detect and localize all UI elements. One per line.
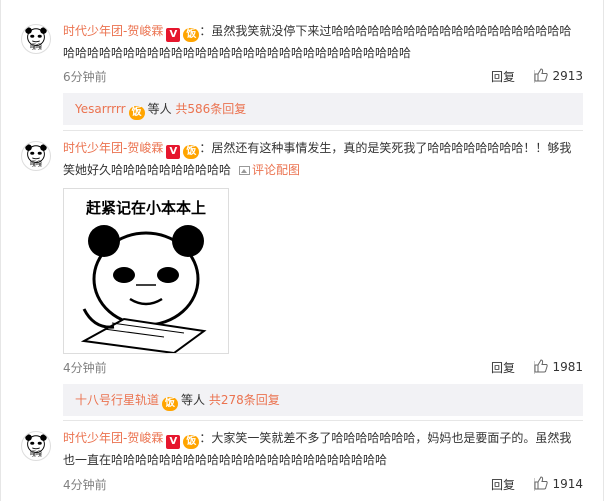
avatar-label: 嘎嘎 xyxy=(29,161,42,168)
comment-image-link[interactable]: 评论配图 xyxy=(239,163,300,177)
like-count: 1914 xyxy=(552,477,583,491)
reply-middle-text: 等人 xyxy=(181,393,206,407)
like-button[interactable]: 1914 xyxy=(534,476,583,491)
reply-summary[interactable]: 十八号行星轨道饭等人 共278条回复 xyxy=(63,384,583,416)
reply-user[interactable]: Yesarrrrr xyxy=(75,102,126,116)
fan-badge-icon: 饭 xyxy=(162,397,179,411)
comment-image-link-label: 评论配图 xyxy=(252,163,301,177)
comment-feed: 嘎嘎 时代少年团-贺峻霖 V 饭：虽然我笑就没停下来过哈哈哈哈哈哈哈哈哈哈哈哈哈哈哈… xyxy=(0,0,604,501)
panda-meme-icon xyxy=(80,225,207,353)
comment-text: 时代少年团-贺峻霖 V 饭：虽然我笑就没停下来过哈哈哈哈哈哈哈哈哈哈哈哈哈哈哈哈哈哈… xyxy=(63,20,583,64)
avatar-label: 嘎嘎 xyxy=(29,451,42,458)
comment-username[interactable]: 时代少年团-贺峻霖 xyxy=(63,431,163,445)
fan-badge-icon: 饭 xyxy=(183,145,200,159)
fan-badge-icon: 饭 xyxy=(183,28,200,42)
meme-caption: 赶紧记在小本本上 xyxy=(85,199,206,217)
reply-button[interactable]: 回复 xyxy=(491,476,515,493)
verified-badge-icon: V xyxy=(166,28,181,42)
fan-badge-icon: 饭 xyxy=(183,435,200,449)
reply-count-link[interactable]: 共586条回复 xyxy=(175,102,246,116)
like-button[interactable]: 2913 xyxy=(534,68,583,83)
reply-button[interactable]: 回复 xyxy=(491,359,515,376)
like-button[interactable]: 1981 xyxy=(534,359,583,374)
comment-time: 4分钟前 xyxy=(63,361,107,375)
comment-image[interactable]: 赶紧记在小本本上 xyxy=(63,188,229,354)
avatar-label: 嘎嘎 xyxy=(29,44,42,51)
fan-badge-icon: 饭 xyxy=(128,106,145,120)
reply-middle-text: 等人 xyxy=(147,102,172,116)
comment-time: 6分钟前 xyxy=(63,70,107,84)
avatar[interactable]: 嘎嘎 xyxy=(21,431,51,461)
comment-text: 时代少年团-贺峻霖 V 饭：大家笑一笑就差不多了哈哈哈哈哈哈哈，妈妈也是要面子的。虽… xyxy=(63,427,583,471)
reply-button[interactable]: 回复 xyxy=(491,68,515,85)
reply-user[interactable]: 十八号行星轨道 xyxy=(75,393,159,407)
separator xyxy=(63,420,583,421)
avatar[interactable]: 嘎嘎 xyxy=(21,24,51,54)
verified-badge-icon: V xyxy=(166,435,181,449)
comment-text: 时代少年团-贺峻霖 V 饭：居然还有这种事情发生，真的是笑死我了哈哈哈哈哈哈哈哈！！… xyxy=(63,137,583,181)
thumbs-up-icon xyxy=(534,359,549,373)
image-icon xyxy=(239,166,251,175)
comment-meta: 4分钟前 回复 1914 xyxy=(63,476,583,492)
separator xyxy=(63,130,583,131)
avatar[interactable]: 嘎嘎 xyxy=(21,141,51,171)
thumbs-up-icon xyxy=(534,68,549,82)
comment-meta: 6分钟前 回复 2913 xyxy=(63,68,583,84)
comment-time: 4分钟前 xyxy=(63,478,107,492)
comment-username[interactable]: 时代少年团-贺峻霖 xyxy=(63,24,163,38)
comment-meta: 4分钟前 回复 1981 xyxy=(63,359,583,375)
thumbs-up-icon xyxy=(534,476,549,490)
comment-username[interactable]: 时代少年团-贺峻霖 xyxy=(63,141,163,155)
like-count: 2913 xyxy=(552,69,583,83)
reply-count-link[interactable]: 共278条回复 xyxy=(209,393,280,407)
reply-summary[interactable]: Yesarrrrr 饭等人 共586条回复 xyxy=(63,93,583,125)
like-count: 1981 xyxy=(552,360,583,374)
verified-badge-icon: V xyxy=(166,145,181,159)
